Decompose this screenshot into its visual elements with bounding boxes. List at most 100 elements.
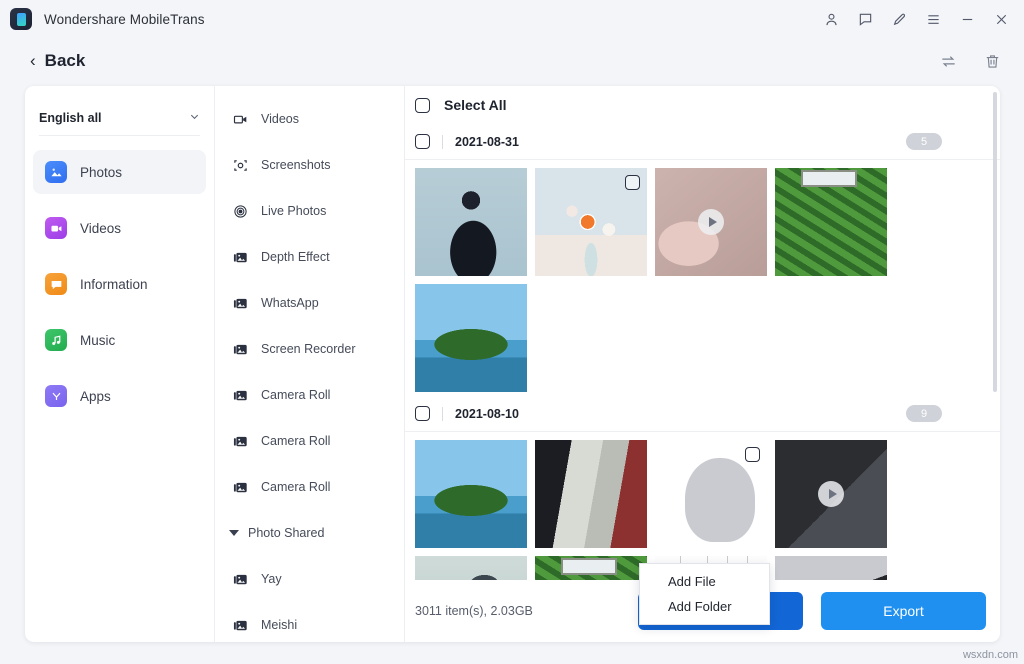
group-date: 2021-08-10: [455, 407, 519, 421]
sidebar-item-music[interactable]: Music: [33, 318, 206, 362]
music-icon: [45, 329, 67, 351]
content-area: Select All 2021-08-31 5: [405, 86, 1000, 642]
photo-thumbnail[interactable]: [535, 168, 647, 276]
photo-thumbnail[interactable]: [415, 440, 527, 548]
photo-scroll-area[interactable]: Select All 2021-08-31 5: [405, 86, 1000, 580]
album-item-yay[interactable]: Yay: [215, 556, 404, 602]
album-item-whatsapp[interactable]: WhatsApp: [215, 280, 404, 326]
back-button[interactable]: ‹ Back: [30, 51, 85, 71]
album-item-screenshots[interactable]: Screenshots: [215, 142, 404, 188]
album-item-camera-roll-3[interactable]: Camera Roll: [215, 464, 404, 510]
album-group-photo-shared[interactable]: Photo Shared: [215, 510, 404, 556]
screenshot-icon: [231, 158, 249, 173]
group-count-badge: 5: [906, 133, 942, 150]
select-all-row[interactable]: Select All: [405, 86, 1000, 124]
album-item-depth-effect[interactable]: Depth Effect: [215, 234, 404, 280]
window-controls: [814, 0, 1018, 38]
album-stack-icon: [231, 434, 249, 449]
chevron-down-icon: [189, 111, 200, 125]
sidebar-items: Photos Videos Information: [25, 150, 214, 418]
album-label: Camera Roll: [261, 434, 330, 448]
photo-grid: [405, 160, 1000, 396]
album-label: Yay: [261, 572, 282, 586]
video-thumbnail[interactable]: [775, 556, 887, 580]
album-label: Camera Roll: [261, 480, 330, 494]
close-icon[interactable]: [984, 4, 1018, 34]
export-button[interactable]: Export: [821, 592, 986, 630]
apps-icon: [45, 385, 67, 407]
account-icon[interactable]: [814, 4, 848, 34]
sidebar-item-label: Information: [80, 277, 148, 292]
back-row: ‹ Back: [0, 38, 1024, 84]
item-count-info: 3011 item(s), 2.03GB: [415, 604, 533, 618]
menu-item-add-file[interactable]: Add File: [640, 569, 769, 594]
album-label: Videos: [261, 112, 299, 126]
sidebar-item-photos[interactable]: Photos: [33, 150, 206, 194]
import-context-menu: Add File Add Folder: [639, 563, 770, 625]
album-label: Camera Roll: [261, 388, 330, 402]
photo-thumbnail[interactable]: [535, 440, 647, 548]
menu-item-add-folder[interactable]: Add Folder: [640, 594, 769, 619]
group-header-2021-08-10[interactable]: 2021-08-10 9: [405, 396, 1000, 432]
watermark: wsxdn.com: [963, 649, 1018, 661]
album-item-live-photos[interactable]: Live Photos: [215, 188, 404, 234]
thumbnail-checkbox[interactable]: [745, 447, 760, 462]
album-label: Depth Effect: [261, 250, 330, 264]
main-panel: English all Photos: [25, 86, 1000, 642]
album-item-camera-roll-2[interactable]: Camera Roll: [215, 418, 404, 464]
album-item-camera-roll-1[interactable]: Camera Roll: [215, 372, 404, 418]
select-all-label: Select All: [444, 97, 507, 113]
group-checkbox[interactable]: [415, 134, 430, 149]
album-item-meishi[interactable]: Meishi: [215, 602, 404, 642]
sidebar-item-videos[interactable]: Videos: [33, 206, 206, 250]
album-label: Screenshots: [261, 158, 330, 172]
photo-thumbnail[interactable]: [415, 556, 527, 580]
sidebar-item-apps[interactable]: Apps: [33, 374, 206, 418]
album-stack-icon: [231, 250, 249, 265]
album-list: Videos Screenshots Live Photos Depth Eff…: [215, 86, 405, 642]
minimize-icon[interactable]: [950, 4, 984, 34]
album-stack-icon: [231, 572, 249, 587]
group-header-2021-08-31[interactable]: 2021-08-31 5: [405, 124, 1000, 160]
album-stack-icon: [231, 480, 249, 495]
group-checkbox[interactable]: [415, 406, 430, 421]
divider: [442, 135, 443, 149]
video-thumbnail[interactable]: [775, 440, 887, 548]
language-label: English all: [39, 111, 102, 125]
sidebar-item-label: Apps: [80, 389, 111, 404]
delete-trash-icon[interactable]: [980, 49, 1004, 73]
album-label: Meishi: [261, 618, 297, 632]
thumbnail-checkbox[interactable]: [625, 175, 640, 190]
group-count-badge: 9: [906, 405, 942, 422]
sidebar-item-label: Music: [80, 333, 115, 348]
album-item-screen-recorder[interactable]: Screen Recorder: [215, 326, 404, 372]
application-window: Wondershare MobileTrans: [0, 0, 1024, 664]
information-icon: [45, 273, 67, 295]
videos-icon: [45, 217, 67, 239]
photos-icon: [45, 161, 67, 183]
sidebar-item-label: Photos: [80, 165, 122, 180]
photo-thumbnail[interactable]: [415, 284, 527, 392]
photo-thumbnail[interactable]: [535, 556, 647, 580]
video-thumbnail[interactable]: [655, 168, 767, 276]
album-stack-icon: [231, 388, 249, 403]
vertical-scrollbar[interactable]: [993, 92, 997, 392]
refresh-sync-icon[interactable]: [936, 49, 960, 73]
photo-thumbnail[interactable]: [655, 440, 767, 548]
select-all-checkbox[interactable]: [415, 98, 430, 113]
triangle-down-icon: [229, 530, 239, 536]
title-bar: Wondershare MobileTrans: [0, 0, 1024, 38]
play-icon: [698, 209, 724, 235]
group-date: 2021-08-31: [455, 135, 519, 149]
sidebar-item-information[interactable]: Information: [33, 262, 206, 306]
language-selector[interactable]: English all: [39, 106, 200, 136]
feedback-chat-icon[interactable]: [848, 4, 882, 34]
edit-pen-icon[interactable]: [882, 4, 916, 34]
menu-hamburger-icon[interactable]: [916, 4, 950, 34]
photo-grid: [405, 432, 1000, 580]
video-camera-icon: [231, 112, 249, 127]
album-item-videos[interactable]: Videos: [215, 96, 404, 142]
album-label: Screen Recorder: [261, 342, 356, 356]
photo-thumbnail[interactable]: [415, 168, 527, 276]
photo-thumbnail[interactable]: [775, 168, 887, 276]
